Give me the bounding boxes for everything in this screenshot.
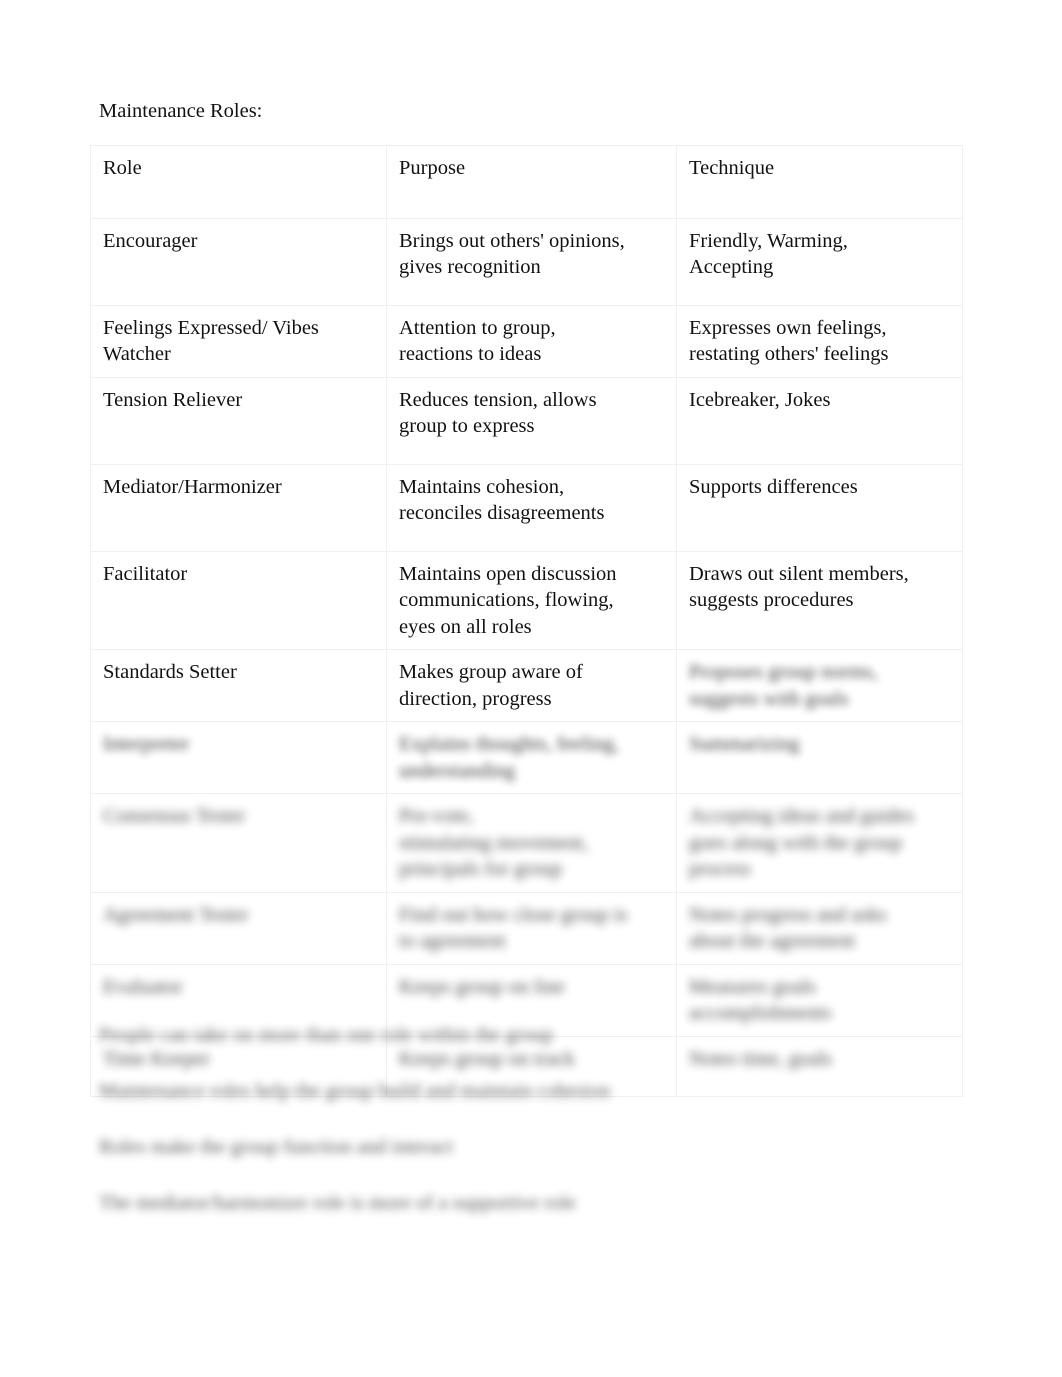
cell-line: principals for group	[399, 858, 562, 880]
cell-line: Watcher	[103, 343, 171, 365]
column-header-technique: Technique	[676, 145, 963, 219]
cell-role: Feelings Expressed/ Vibes Watcher	[90, 304, 387, 378]
cell-technique: Proposes group norms, suggests with goal…	[676, 649, 963, 722]
table-row: Standards Setter Makes group aware of di…	[90, 649, 963, 722]
note-line: Roles make the group function and intera…	[99, 1136, 454, 1158]
cell-line: stimulating movement,	[399, 831, 589, 854]
maintenance-roles-table: Role Purpose Technique Encourager Brings…	[90, 145, 963, 1097]
cell-line: reconciles disagreements	[399, 502, 605, 524]
cell-role: Consensus Tester	[90, 793, 387, 893]
cell-technique: Friendly, Warming, Accepting	[676, 217, 963, 306]
note-line: People can take on more than one role wi…	[99, 1024, 554, 1046]
cell-line: restating others' feelings	[689, 343, 889, 365]
table-row: Interpreter Explains thoughts, feeling, …	[90, 721, 963, 794]
cell-line: Keeps group on line	[399, 975, 565, 998]
cell-line: Measures goals	[689, 975, 816, 998]
cell-line: Supports differences	[689, 475, 858, 498]
cell-line: Expresses own feelings,	[689, 316, 887, 339]
cell-line: Friendly, Warming,	[689, 229, 848, 252]
table-row: Facilitator Maintains open discussion co…	[90, 550, 963, 650]
cell-technique: Accepting ideas and guides goes along wi…	[676, 793, 963, 893]
cell-line: Proposes group norms,	[689, 661, 878, 683]
cell-line: suggests procedures	[689, 589, 854, 611]
cell-line: Notes progress and asks	[689, 903, 887, 926]
column-header-role: Role	[90, 145, 387, 219]
page-title: Maintenance Roles:	[99, 100, 263, 122]
cell-line: goes along with the group	[689, 831, 902, 854]
cell-role: Agreement Tester	[90, 891, 387, 965]
cell-technique: Supports differences	[676, 463, 963, 552]
table-row: Tension Reliever Reduces tension, allows…	[90, 376, 963, 465]
cell-technique: Notes progress and asks about the agreem…	[676, 891, 963, 965]
cell-line: suggests with goals	[689, 687, 849, 710]
table-row: Mediator/Harmonizer Maintains cohesion, …	[90, 463, 963, 552]
cell-line: Feelings Expressed/ Vibes	[103, 316, 319, 339]
table-header-row: Role Purpose Technique	[90, 145, 963, 219]
cell-line: Explains thoughts, feeling,	[399, 733, 619, 755]
cell-technique: Summarizing	[676, 721, 963, 794]
document-page: Maintenance Roles: Role Purpose Techniqu…	[0, 0, 1062, 1377]
table-row: Consensus Tester Pre-vote, stimulating m…	[90, 793, 963, 893]
cell-purpose: Brings out others' opinions, gives recog…	[386, 217, 677, 306]
cell-technique: Icebreaker, Jokes	[676, 376, 963, 465]
cell-line: about the agreement	[689, 930, 856, 952]
cell-line: Brings out others' opinions,	[399, 229, 625, 252]
cell-purpose: Pre-vote, stimulating movement, principa…	[386, 793, 677, 893]
cell-line: group to express	[399, 415, 535, 437]
cell-purpose: Explains thoughts, feeling, understandin…	[386, 721, 677, 794]
cell-role: Mediator/Harmonizer	[90, 463, 387, 552]
cell-line: to agreement	[399, 930, 506, 952]
cell-line: Attention to group,	[399, 316, 556, 339]
cell-line: reactions to ideas	[399, 343, 542, 365]
notes-section: People can take on more than one role wi…	[99, 1022, 859, 1246]
note-line: The mediator/harmonizer role is more of …	[99, 1192, 577, 1214]
table-row: Encourager Brings out others' opinions, …	[90, 217, 963, 306]
cell-line: direction, progress	[399, 687, 552, 710]
cell-line: Pre-vote,	[399, 805, 474, 827]
cell-line: Accepting	[689, 256, 774, 278]
cell-purpose: Find out how close group is to agreement	[386, 891, 677, 965]
cell-role: Interpreter	[90, 721, 387, 794]
cell-role: Tension Reliever	[90, 376, 387, 465]
table-row: Agreement Tester Find out how close grou…	[90, 891, 963, 965]
cell-line: Reduces tension, allows	[399, 388, 597, 411]
cell-purpose: Maintains cohesion, reconciles disagreem…	[386, 463, 677, 552]
cell-line: Maintains open discussion	[399, 562, 617, 585]
cell-line: Draws out silent members,	[689, 562, 909, 585]
cell-line: Makes group aware of	[399, 661, 583, 683]
cell-line: Maintains cohesion,	[399, 475, 565, 498]
column-header-purpose: Purpose	[386, 145, 677, 219]
cell-technique: Expresses own feelings, restating others…	[676, 304, 963, 378]
cell-role: Encourager	[90, 217, 387, 306]
cell-role: Facilitator	[90, 550, 387, 650]
table-row: Feelings Expressed/ Vibes Watcher Attent…	[90, 304, 963, 378]
cell-line: process	[689, 858, 751, 880]
cell-purpose: Reduces tension, allows group to express	[386, 376, 677, 465]
cell-line: Icebreaker, Jokes	[689, 388, 831, 411]
note-line: Maintenance roles help the group build a…	[99, 1080, 611, 1102]
cell-line: Summarizing	[689, 733, 800, 755]
cell-purpose: Maintains open discussion communications…	[386, 550, 677, 650]
cell-line: communications, flowing,	[399, 589, 614, 611]
cell-technique: Draws out silent members, suggests proce…	[676, 550, 963, 650]
cell-line: understanding	[399, 759, 516, 782]
cell-role: Standards Setter	[90, 649, 387, 722]
cell-line: Find out how close group is	[399, 903, 628, 926]
cell-line: gives recognition	[399, 256, 541, 278]
cell-line: Accepting ideas and guides	[689, 805, 914, 827]
cell-line: eyes on all roles	[399, 615, 532, 638]
cell-purpose: Attention to group, reactions to ideas	[386, 304, 677, 378]
cell-purpose: Makes group aware of direction, progress	[386, 649, 677, 722]
